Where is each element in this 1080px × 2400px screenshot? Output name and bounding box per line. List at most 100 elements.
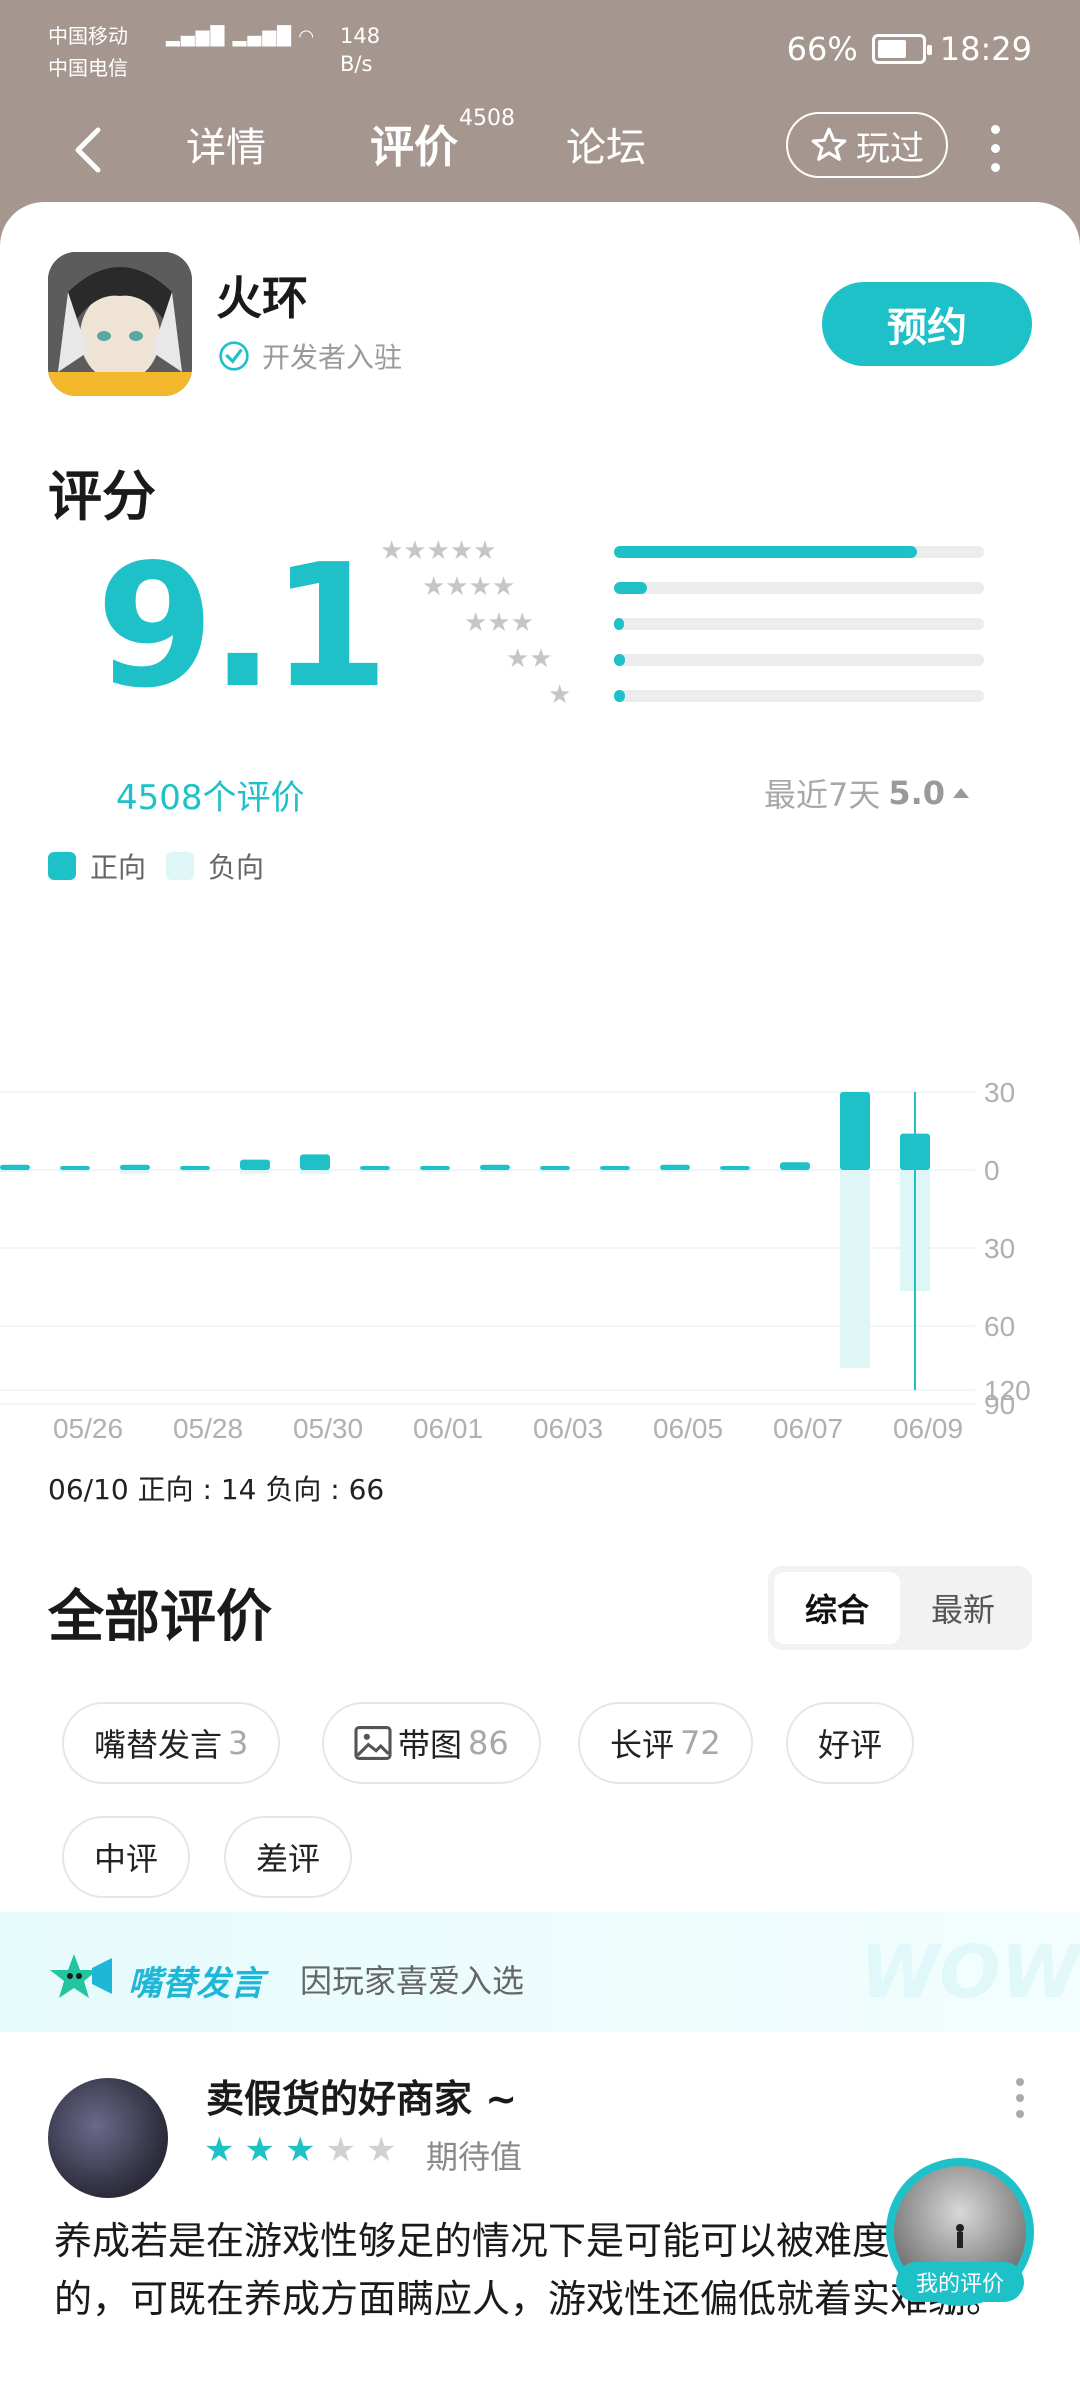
tab-details[interactable]: 详情 [186,118,266,178]
bar-negative [60,1170,90,1172]
bar-negative [180,1170,210,1172]
filter-chip-long[interactable]: 长评 72 [578,1702,753,1784]
filter-chip-mouthpiece[interactable]: 嘴替发言 3 [62,1702,281,1784]
chip-count: 86 [468,1724,509,1762]
battery-icon [871,34,932,64]
more-icon[interactable] [980,118,1010,178]
sort-comprehensive[interactable]: 综合 [774,1572,900,1644]
status-bar: 中国移动 中国电信 ▂▄▆█ ▂▄▆█ ◠ 148 B/s 66% 18:29 [0,0,1080,96]
featured-banner: 嘴替发言 因玩家喜爱入选 WOW! [0,1912,1080,2032]
bar-negative [840,1170,870,1368]
back-icon[interactable] [62,120,122,180]
star-icon: ★ [244,2130,275,2170]
distribution-bar [614,546,918,558]
filter-chip-neutral[interactable]: 中评 [62,1816,191,1898]
distribution-bar [614,582,648,594]
score-value: 9.1 [96,528,389,726]
signal-icon: ▂▄▆█ ▂▄▆█ ◠ [166,26,315,47]
chip-count: 3 [228,1724,249,1762]
top-nav: 详情 评价 4508 论坛 玩过 [0,96,1080,206]
star-icon: ★ [325,2130,356,2170]
distribution-bar [614,618,624,630]
x-tick-label: 06/05 [653,1413,723,1444]
carrier-info: 中国移动 中国电信 [48,20,128,84]
avatar[interactable] [48,2078,168,2198]
tab-forum[interactable]: 论坛 [566,118,646,178]
filter-chip-with-images[interactable]: 带图 86 [322,1702,541,1784]
distribution-track [614,654,984,666]
review-rating: ★ ★ ★ ★ ★ [204,2130,396,2170]
daily-summary: 06/10 正向 : 14 负向 : 66 [48,1473,385,1506]
distribution-bar [614,690,626,702]
recent-value: 5.0 [888,774,946,812]
bar-negative [720,1170,750,1172]
y-tick-label: 30 [984,1077,1015,1108]
distribution-track [614,582,984,594]
network-speed: 148 B/s [340,22,380,78]
battery-percent: 66% [786,30,858,68]
bar-negative [660,1170,690,1172]
rating-label: 期待值 [426,2138,523,2176]
legend-negative: 负向 [208,851,265,884]
bar-negative [420,1170,450,1172]
bar-positive [780,1162,810,1170]
x-tick-label: 05/26 [53,1413,123,1444]
picture-icon [354,1726,392,1760]
played-button[interactable]: 玩过 [786,112,948,178]
bar-negative [120,1170,150,1174]
recent-label: 最近7天 [764,776,881,814]
bar-positive [540,1166,570,1170]
star-icons: ★★★ [464,608,534,638]
y-tick-label: 30 [984,1233,1015,1264]
developer-badge: 开发者入驻 [218,336,402,376]
y-tick-label: 120 [984,1375,1031,1406]
x-tick-label: 06/07 [773,1413,843,1444]
all-reviews-heading: 全部评价 [48,1585,272,1650]
star-icons: ★★★★ [422,572,516,602]
y-tick-label: 0 [984,1155,1000,1186]
check-circle-icon [219,341,249,371]
negative-swatch [166,852,195,880]
sort-latest[interactable]: 最新 [900,1572,1026,1644]
bar-positive [720,1166,750,1170]
mouthpiece-logo: 嘴替发言 [48,1950,264,2010]
my-review-label[interactable]: 我的评价 [896,2262,1024,2302]
distribution-bar [614,654,626,666]
tab-reviews[interactable]: 评价 [370,118,458,178]
promo-text: 因玩家喜爱入选 [300,1962,525,2000]
star-icon: ★ [284,2130,316,2170]
bar-negative [360,1170,390,1172]
carrier-1: 中国移动 [48,24,128,48]
review-trend-chart[interactable]: 30030609012005/26 05/28 05/30 06/01 06/03 06/… [0,902,1080,1462]
star-icons: ★★ [506,644,553,674]
more-vertical-icon[interactable] [1016,2078,1024,2118]
filter-chip-negative[interactable]: 差评 [224,1816,353,1898]
bar-positive [360,1166,390,1170]
x-tick-label: 05/30 [293,1413,363,1444]
distribution-track [614,690,984,702]
bar-negative [540,1170,570,1172]
filter-chip-positive[interactable]: 好评 [786,1702,915,1784]
bar-negative [600,1170,630,1172]
reviewer-name[interactable]: 卖假货的好商家 ~ [206,2068,517,2123]
distribution-track [614,618,984,630]
bar-positive [120,1164,150,1170]
caret-up-icon [953,788,970,798]
chart-legend: 正向 负向 [48,846,264,886]
bar-positive [660,1164,690,1170]
distribution-track [614,546,984,558]
bar-positive [300,1154,330,1170]
recent-score[interactable]: 最近7天 5.0 [764,770,970,816]
promo-brand: 嘴替发言 [128,1963,264,2004]
developer-badge-label: 开发者入驻 [262,341,403,374]
game-name: 火环 [216,271,308,325]
star-plus-icon [811,127,847,161]
carrier-2: 中国电信 [48,56,128,80]
sort-toggle: 综合 最新 [768,1566,1032,1650]
review-count-link[interactable]: 4508个评价 [116,770,305,819]
bar-negative [240,1170,270,1174]
bar-positive [840,1092,870,1170]
x-tick-label: 05/28 [173,1413,243,1444]
star-megaphone-icon [50,1954,112,1998]
reserve-button[interactable]: 预约 [822,282,1032,366]
